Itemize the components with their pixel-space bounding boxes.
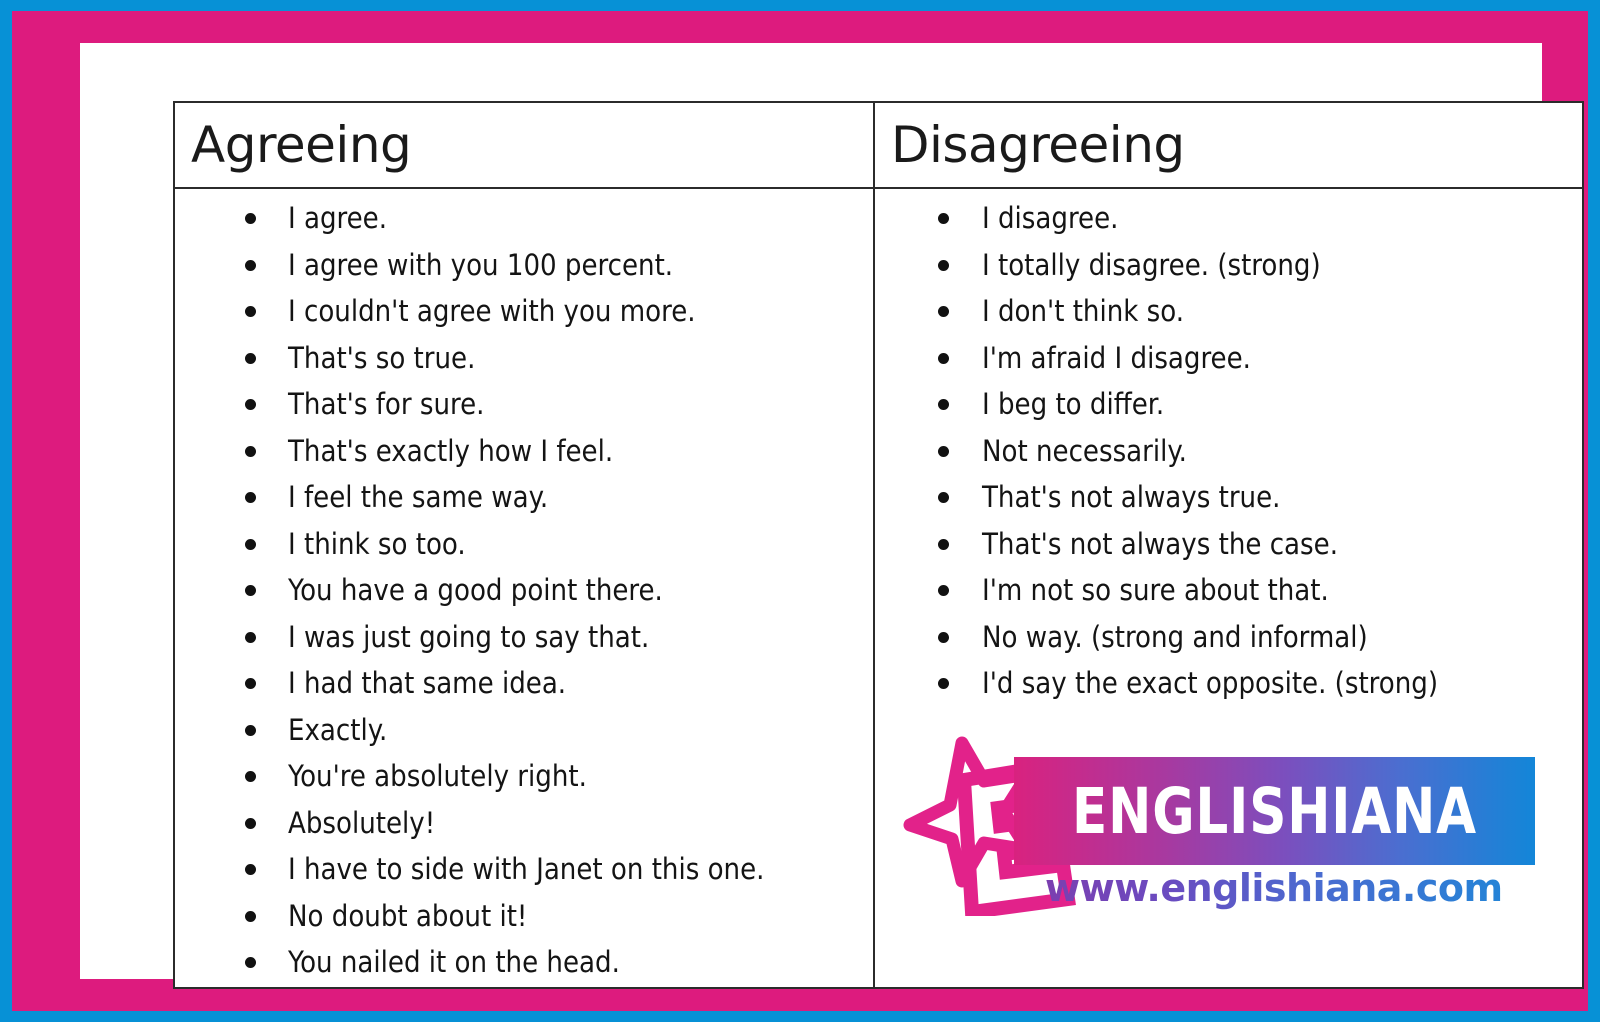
bullet-icon [245, 910, 256, 922]
phrase-text: No way. (strong and informal) [982, 619, 1368, 654]
list-item: That's for sure. [175, 381, 873, 428]
phrase-list-disagreeing: I disagree. I totally disagree. (strong)… [875, 195, 1582, 707]
list-item: Not necessarily. [875, 428, 1582, 475]
bullet-icon [245, 817, 256, 829]
bullet-icon [938, 631, 949, 643]
list-item: I'm not so sure about that. [875, 567, 1582, 614]
bullet-icon [245, 492, 256, 504]
phrase-text: I agree with you 100 percent. [288, 247, 674, 282]
bullet-icon [938, 538, 949, 550]
bullet-icon [938, 445, 949, 457]
phrase-text: You're absolutely right. [288, 759, 587, 793]
list-item: I feel the same way. [175, 474, 873, 521]
englishiana-logo[interactable]: ENGLISHIANA www.englishiana.com [900, 726, 1540, 926]
pink-border-frame: Agreeing I agree. I agree with you 100 p… [12, 11, 1588, 1011]
phrase-text: Not necessarily. [982, 433, 1187, 468]
phrase-text: That's for sure. [288, 387, 485, 421]
phrase-text: You nailed it on the head. [288, 945, 620, 979]
phrase-text: No doubt about it! [288, 898, 528, 933]
list-item: I have to side with Janet on this one. [175, 846, 873, 893]
list-item: I'm afraid I disagree. [875, 335, 1582, 382]
bullet-icon [245, 352, 256, 364]
bullet-icon [938, 585, 949, 597]
phrase-text: Exactly. [288, 712, 388, 747]
bullet-icon [245, 771, 256, 783]
bullet-icon [245, 864, 256, 876]
phrase-text: I had that same idea. [288, 666, 567, 700]
bullet-icon [938, 306, 949, 318]
phrase-text: I'm afraid I disagree. [982, 340, 1251, 375]
column-body-agreeing: I agree. I agree with you 100 percent. I… [175, 189, 873, 987]
list-item: I had that same idea. [175, 660, 873, 707]
list-item: That's not always the case. [875, 521, 1582, 568]
phrase-text: I beg to differ. [982, 387, 1165, 421]
logo-website-url[interactable]: www.englishiana.com [1045, 866, 1535, 910]
list-item: That's exactly how I feel. [175, 428, 873, 475]
bullet-icon [938, 352, 949, 364]
list-item: I don't think so. [875, 288, 1582, 335]
list-item: I agree with you 100 percent. [175, 242, 873, 289]
list-item: I think so too. [175, 521, 873, 568]
bullet-icon [245, 259, 256, 271]
logo-wordmark: ENGLISHIANA [1072, 774, 1477, 848]
poster-root: Agreeing I agree. I agree with you 100 p… [0, 0, 1600, 1022]
logo-gradient-banner: ENGLISHIANA [1014, 757, 1535, 865]
list-item: No way. (strong and informal) [875, 614, 1582, 661]
list-item: I disagree. [875, 195, 1582, 242]
phrase-text: That's not always true. [982, 480, 1281, 514]
phrase-text: I disagree. [982, 201, 1119, 235]
phrase-text: I totally disagree. (strong) [982, 247, 1321, 282]
list-item: I agree. [175, 195, 873, 242]
column-header-disagreeing: Disagreeing [875, 103, 1582, 189]
list-item: I totally disagree. (strong) [875, 242, 1582, 289]
phrase-text: Absolutely! [288, 805, 436, 840]
column-title-disagreeing: Disagreeing [891, 116, 1185, 174]
bullet-icon [245, 957, 256, 969]
list-item: That's so true. [175, 335, 873, 382]
bullet-icon [245, 445, 256, 457]
phrase-text: I was just going to say that. [288, 619, 650, 654]
bullet-icon [245, 724, 256, 736]
bullet-icon [938, 213, 949, 225]
bullet-icon [245, 306, 256, 318]
list-item: I'd say the exact opposite. (strong) [875, 660, 1582, 707]
bullet-icon [938, 399, 949, 411]
list-item: I was just going to say that. [175, 614, 873, 661]
list-item: Absolutely! [175, 800, 873, 847]
list-item: I couldn't agree with you more. [175, 288, 873, 335]
phrase-text: You have a good point there. [288, 573, 663, 607]
phrase-text: I couldn't agree with you more. [288, 294, 696, 328]
bullet-icon [245, 631, 256, 643]
list-item: You nailed it on the head. [175, 939, 873, 986]
bullet-icon [938, 678, 949, 690]
phrase-text: I'm not so sure about that. [982, 573, 1329, 607]
column-title-agreeing: Agreeing [191, 116, 412, 174]
table-column-agreeing: Agreeing I agree. I agree with you 100 p… [175, 103, 875, 987]
list-item: You have a good point there. [175, 567, 873, 614]
phrase-text: I feel the same way. [288, 480, 549, 514]
phrase-text: That's not always the case. [982, 526, 1338, 561]
phrase-text: I don't think so. [982, 294, 1184, 328]
bullet-icon [245, 585, 256, 597]
bullet-icon [245, 399, 256, 411]
phrase-list-agreeing: I agree. I agree with you 100 percent. I… [175, 195, 873, 986]
phrase-text: I think so too. [288, 526, 466, 561]
bullet-icon [938, 492, 949, 504]
phrase-text: I'd say the exact opposite. (strong) [982, 666, 1438, 700]
phrase-text: I agree. [288, 201, 388, 235]
bullet-icon [245, 678, 256, 690]
bullet-icon [245, 538, 256, 550]
list-item: Exactly. [175, 707, 873, 754]
list-item: That's not always true. [875, 474, 1582, 521]
bullet-icon [245, 213, 256, 225]
white-content-card: Agreeing I agree. I agree with you 100 p… [80, 43, 1584, 989]
column-header-agreeing: Agreeing [175, 103, 873, 189]
bullet-icon [938, 259, 949, 271]
list-item: I beg to differ. [875, 381, 1582, 428]
phrase-text: I have to side with Janet on this one. [288, 852, 765, 886]
list-item: No doubt about it! [175, 893, 873, 940]
phrase-text: That's so true. [288, 340, 476, 375]
list-item: You're absolutely right. [175, 753, 873, 800]
phrase-text: That's exactly how I feel. [288, 433, 614, 468]
